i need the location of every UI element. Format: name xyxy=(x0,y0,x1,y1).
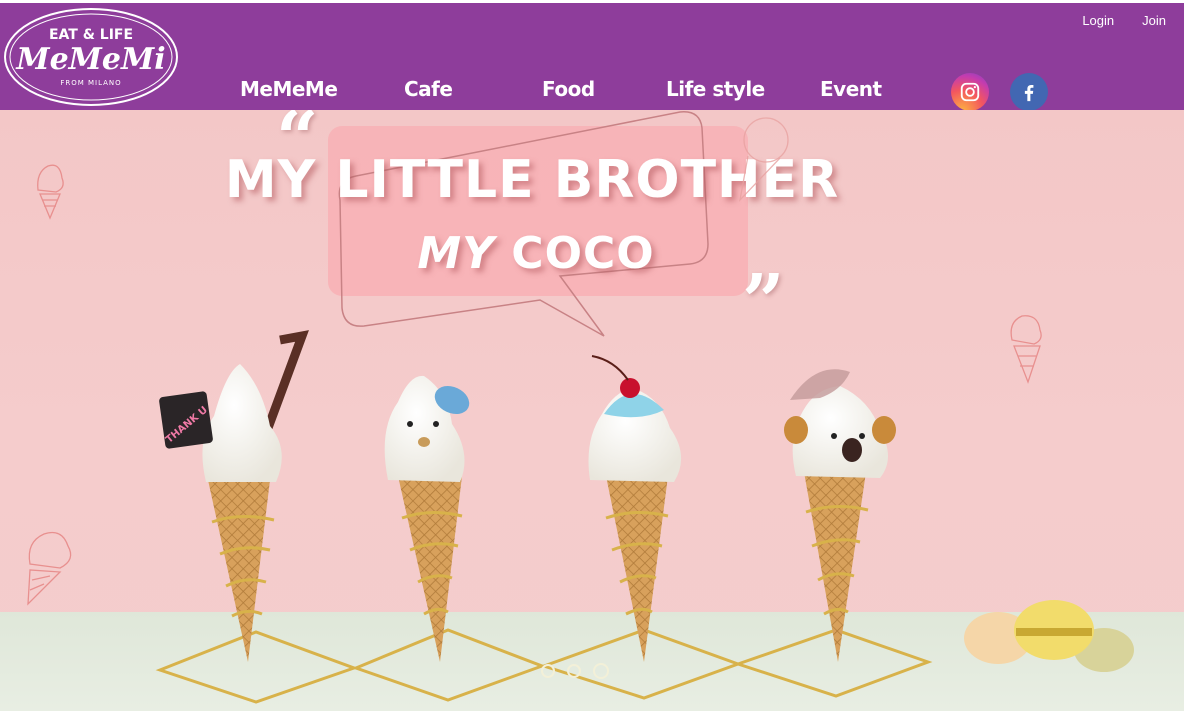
logo-tagline-bottom: FROM MILANO xyxy=(60,79,121,87)
ice-cream-cone: THANK U xyxy=(159,330,309,662)
nav-item-mememe[interactable]: MeMeMe xyxy=(240,77,338,101)
slide-dot-1[interactable] xyxy=(541,664,555,678)
nav-item-cafe[interactable]: Cafe xyxy=(404,77,453,101)
instagram-icon xyxy=(960,82,980,102)
login-link[interactable]: Login xyxy=(1082,13,1114,28)
macarons xyxy=(964,600,1134,672)
instagram-link[interactable] xyxy=(951,73,989,111)
join-link[interactable]: Join xyxy=(1142,13,1166,28)
ice-cream-cone xyxy=(588,355,682,662)
slide-dot-2[interactable] xyxy=(567,664,581,678)
nav-item-life-style[interactable]: Life style xyxy=(666,77,765,101)
ice-cream-cones: THANK U xyxy=(155,330,1134,704)
ice-cream-cone xyxy=(384,375,470,662)
slider-pagination xyxy=(541,663,609,679)
facebook-icon xyxy=(1024,84,1034,102)
facebook-link[interactable] xyxy=(1010,73,1048,111)
logo-wordmark: MeMeMi xyxy=(15,42,165,77)
nav-item-food[interactable]: Food xyxy=(542,77,595,101)
page: EAT & LIFE MeMeMi FROM MILANO Login Join… xyxy=(0,0,1184,711)
ice-cream-cone xyxy=(784,369,896,662)
logo-tagline-top: EAT & LIFE xyxy=(49,27,133,43)
nav-item-event[interactable]: Event xyxy=(820,77,882,101)
utility-nav: Login Join xyxy=(1082,13,1166,28)
hero-slider: “ ” MY LITTLE BROTHER MY COCO THANK U xyxy=(0,110,1184,711)
slide-dot-3[interactable] xyxy=(593,663,609,679)
site-header: EAT & LIFE MeMeMi FROM MILANO Login Join… xyxy=(0,3,1184,111)
brand-logo[interactable]: EAT & LIFE MeMeMi FROM MILANO xyxy=(3,7,179,107)
